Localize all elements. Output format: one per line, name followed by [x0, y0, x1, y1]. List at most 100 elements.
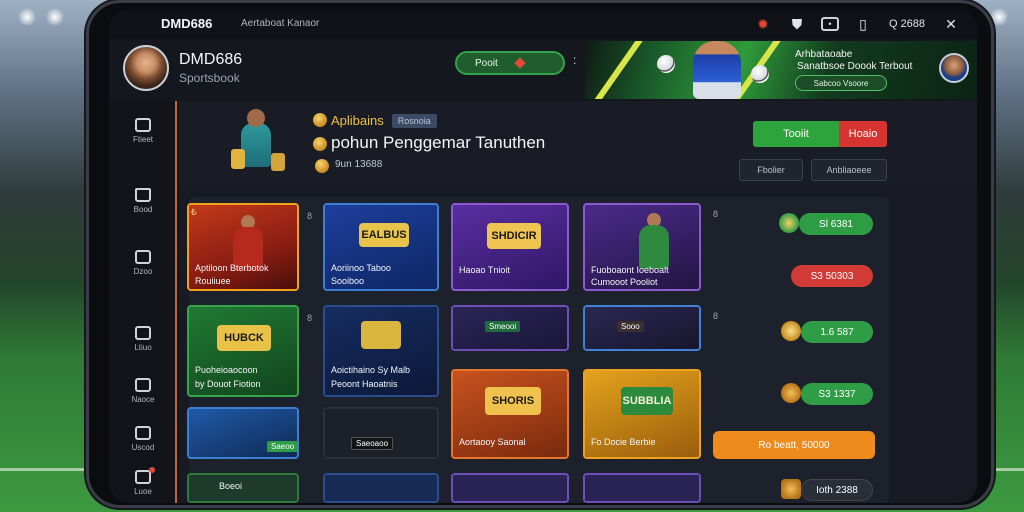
banner-pill[interactable]: Sabcoo Vsoore: [795, 75, 887, 91]
promo-meta: 9un 13688: [335, 159, 383, 170]
sidebar-item-mail[interactable]: Uscod: [109, 417, 177, 461]
topbar-subtitle: Aertaboat Kanaor: [241, 18, 320, 29]
game-card[interactable]: Boeoi: [187, 473, 299, 503]
game-chip: Sooo: [617, 321, 644, 332]
user-subtitle: Sportsbook: [179, 71, 240, 85]
more-icon[interactable]: :: [573, 53, 576, 67]
card-art: [453, 475, 567, 501]
promo-banner[interactable]: Arhbataoabe Sanatbsoe Doook Terbout Sabc…: [585, 41, 977, 99]
promo-heading: Aplibains Rosnoia: [331, 113, 437, 128]
football-icon: [751, 65, 769, 83]
building-icon: [135, 326, 151, 340]
game-card[interactable]: [583, 473, 701, 503]
sidebar-item-building[interactable]: Ltiuo: [109, 317, 177, 361]
sidebar-item-user[interactable]: Luoe: [109, 461, 177, 503]
game-title: Puoheioaocoon: [195, 365, 258, 375]
odds-button[interactable]: Ioth 2388: [801, 479, 873, 501]
shield-icon[interactable]: ⛊: [787, 14, 807, 34]
main-content: Aplibains Rosnoia pohun Penggemar Tanuth…: [179, 101, 977, 503]
game-title: Aoriinoo Taboo: [331, 263, 391, 273]
game-card[interactable]: EALBUS Aoriinoo Taboo Sooiboo: [323, 203, 439, 291]
trophy-icon: [231, 149, 245, 169]
close-icon[interactable]: ✕: [941, 14, 961, 34]
sidebar-item-label: Uscod: [131, 443, 155, 452]
odds-button[interactable]: S3 50303: [791, 265, 873, 287]
game-card[interactable]: Saeoaoo: [323, 407, 439, 459]
primary-button[interactable]: Tooiit: [753, 121, 839, 147]
coin-icon: [313, 113, 327, 127]
player-body: [639, 225, 669, 269]
filter-button[interactable]: Anbliaoeee: [811, 159, 887, 181]
sidebar-item-label: Bood: [133, 205, 153, 214]
game-crest: EALBUS: [359, 223, 409, 247]
game-crest: SUBBLIA: [621, 387, 673, 415]
coin-icon: [315, 159, 329, 173]
game-card[interactable]: HUBCK Puoheioaocoon by Douot Fiotion: [187, 305, 299, 397]
top-bar: DMD686 Aertaboat Kanaor ✹ ⛊ • ▯ Q 2688 ✕: [109, 9, 977, 39]
game-card[interactable]: Saeoo: [187, 407, 299, 459]
info-icon[interactable]: ▯: [853, 14, 873, 34]
game-chip: Smeooi: [485, 321, 521, 332]
floodlight: [990, 8, 1008, 26]
game-card[interactable]: Fuoboaont Ioeboalt Cumooot Pooliot: [583, 203, 701, 291]
game-grid: ₺ Aptiloon Bterbotok Rouiiuee 8 EALBUS A…: [187, 197, 889, 503]
card-art: [189, 475, 297, 501]
card-art: [325, 475, 437, 501]
banner-stripe: [585, 41, 655, 99]
game-card[interactable]: Sooo: [583, 305, 701, 351]
app-screen: DMD686 Aertaboat Kanaor ✹ ⛊ • ▯ Q 2688 ✕…: [109, 9, 977, 503]
live-pill-button[interactable]: Pooit: [455, 51, 565, 75]
flame-icon[interactable]: ✹: [753, 14, 773, 34]
promo-tag: Rosnoia: [391, 113, 437, 128]
sidebar-item-tickets[interactable]: Ftieet: [109, 109, 177, 153]
chat-icon[interactable]: •: [821, 17, 839, 31]
sidebar-item-stats[interactable]: Naoce: [109, 369, 177, 413]
game-title: Haoao Tnioit: [459, 265, 510, 275]
floodlight: [46, 8, 64, 26]
banner-avatar[interactable]: [939, 53, 969, 83]
promo-heading-text: Aplibains: [331, 113, 384, 128]
game-card[interactable]: Smeooi: [451, 305, 569, 351]
user-icon: [135, 470, 151, 484]
brand-logo-text: DMD686: [161, 16, 213, 31]
trophy-icon: [271, 153, 285, 171]
game-card[interactable]: ₺ Aptiloon Bterbotok Rouiiuee: [187, 203, 299, 291]
game-card[interactable]: SUBBLIA Fo Docie Berbie: [583, 369, 701, 459]
phone-frame: DMD686 Aertaboat Kanaor ✹ ⛊ • ▯ Q 2688 ✕…: [86, 0, 994, 508]
header: DMD686 Sportsbook Pooit : Arhbataoabe Sa…: [109, 39, 977, 101]
marker-icon: 8: [713, 209, 719, 219]
floodlight: [18, 8, 36, 26]
pill-label: Pooit: [475, 57, 498, 69]
player-illustration: [225, 109, 287, 179]
diamond-icon: [514, 57, 526, 69]
odds-button[interactable]: S3 1337: [801, 383, 873, 405]
banner-title: Arhbataoabe: [795, 49, 853, 60]
game-card[interactable]: SHORIS Aortaooy Saonal: [451, 369, 569, 459]
filter-button[interactable]: Fbolier: [739, 159, 803, 181]
odds-button[interactable]: Sl 6381: [799, 213, 873, 235]
sidebar-item-calendar[interactable]: Dzoo: [109, 241, 177, 285]
game-card[interactable]: SHDICIR Haoao Tnioit: [451, 203, 569, 291]
game-chip: Saeoo: [267, 441, 297, 452]
sidebar-item-label: Luoe: [134, 487, 152, 496]
avatar[interactable]: [123, 45, 169, 91]
sidebar-item-home[interactable]: Bood: [109, 179, 177, 223]
odds-button[interactable]: Ro beatt, 50000: [713, 431, 875, 459]
user-name: DMD686: [179, 51, 243, 68]
card-corner-icon: ₺: [191, 207, 197, 217]
coin-icon: [781, 321, 801, 341]
sidebar-item-label: Dzoo: [133, 267, 153, 276]
game-crest: [361, 321, 401, 349]
coin-icon: [313, 137, 327, 151]
game-title: Fuoboaont Ioeboalt: [591, 265, 669, 275]
game-subtitle: by Douot Fiotion: [195, 379, 261, 389]
card-art: [585, 475, 699, 501]
game-card[interactable]: Aoictihaino Sy Malb Peoont Haoatnis: [323, 305, 439, 397]
game-card[interactable]: [323, 473, 439, 503]
game-card[interactable]: [451, 473, 569, 503]
game-subtitle: Cumooot Pooliot: [591, 277, 658, 287]
secondary-button[interactable]: Hoaio: [839, 121, 887, 147]
search-icon[interactable]: Q 2688: [887, 14, 927, 34]
odds-button[interactable]: 1.6 587: [801, 321, 873, 343]
sidebar-item-label: Ftieet: [132, 135, 153, 144]
